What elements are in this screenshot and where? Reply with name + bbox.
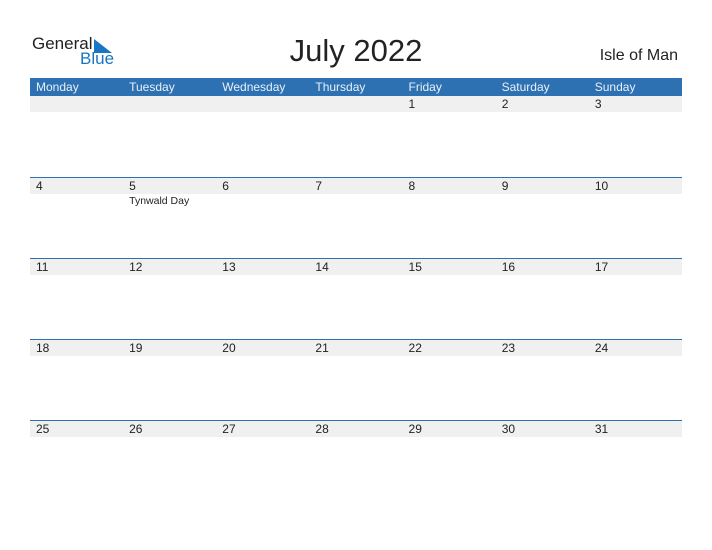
day-number: 4 xyxy=(36,179,43,193)
day-cell: 10 xyxy=(589,178,682,258)
day-cell: 23 xyxy=(496,340,589,420)
day-cell: 4 xyxy=(30,178,123,258)
day-number: 6 xyxy=(222,179,229,193)
day-number: 23 xyxy=(501,341,516,355)
day-cell: 11 xyxy=(30,259,123,339)
week-row: 11 12 13 14 15 16 17 xyxy=(30,258,682,339)
week-row: 25 26 27 28 29 30 31 xyxy=(30,420,682,501)
day-cell: 22 xyxy=(403,340,496,420)
week-row: 4 5 Tynwald Day 6 7 8 9 10 xyxy=(30,177,682,258)
weekday-header: Monday Tuesday Wednesday Thursday Friday… xyxy=(30,78,682,96)
day-cell: 6 xyxy=(216,178,309,258)
day-number: 26 xyxy=(129,422,143,436)
day-number: 27 xyxy=(222,422,236,436)
day-cell: 19 xyxy=(123,340,216,420)
day-number: 7 xyxy=(315,179,323,193)
day-number: 15 xyxy=(408,260,422,274)
day-number: 2 xyxy=(501,97,509,111)
day-cell: 20 xyxy=(216,340,309,420)
day-number: 8 xyxy=(408,179,416,193)
day-cell: 18 xyxy=(30,340,123,420)
day-cell: 3 xyxy=(589,96,682,176)
day-cell: 25 xyxy=(30,421,123,501)
day-number: 22 xyxy=(408,341,422,355)
day-cell: 1 xyxy=(403,96,496,176)
day-number: 28 xyxy=(315,422,329,436)
day-cell: 31 xyxy=(589,421,682,501)
day-number: 16 xyxy=(501,260,516,274)
weekday-tuesday: Tuesday xyxy=(129,80,175,94)
day-cell: 17 xyxy=(589,259,682,339)
week-row: 18 19 20 21 22 23 24 xyxy=(30,339,682,420)
day-cell: 9 xyxy=(496,178,589,258)
holiday-label: Tynwald Day xyxy=(129,195,190,207)
day-cell: 16 xyxy=(496,259,589,339)
weekday-monday: Monday xyxy=(36,80,79,94)
day-cell: 7 xyxy=(309,178,402,258)
day-number: 20 xyxy=(222,341,236,355)
day-number: 17 xyxy=(594,260,609,274)
day-number: 5 xyxy=(129,179,136,193)
day-cell xyxy=(216,96,309,176)
day-cell: 2 xyxy=(496,96,589,176)
day-cell: 26 xyxy=(123,421,216,501)
day-cell: 15 xyxy=(403,259,496,339)
day-number: 9 xyxy=(501,179,509,193)
weekday-sunday: Sunday xyxy=(594,80,636,94)
day-cell: 12 xyxy=(123,259,216,339)
day-cell: 28 xyxy=(309,421,402,501)
day-cell: 21 xyxy=(309,340,402,420)
weekday-friday: Friday xyxy=(408,80,442,94)
week-row: 1 2 3 xyxy=(30,96,682,177)
day-number: 11 xyxy=(36,260,49,274)
day-number: 12 xyxy=(129,260,143,274)
country-label: Isle of Man xyxy=(599,47,678,64)
day-number: 14 xyxy=(315,260,329,274)
day-cell: 27 xyxy=(216,421,309,501)
day-cell: 29 xyxy=(403,421,496,501)
day-cell xyxy=(30,96,123,176)
day-cell: 13 xyxy=(216,259,309,339)
weekday-saturday: Saturday xyxy=(501,80,550,94)
day-number: 3 xyxy=(594,97,602,111)
day-cell: 14 xyxy=(309,259,402,339)
weekday-wednesday: Wednesday xyxy=(222,80,286,94)
day-cell xyxy=(309,96,402,176)
day-number: 21 xyxy=(315,341,329,355)
day-cell: 5 Tynwald Day xyxy=(123,178,216,258)
day-number: 1 xyxy=(408,97,416,111)
day-number: 30 xyxy=(501,422,516,436)
day-cell: 24 xyxy=(589,340,682,420)
day-number: 10 xyxy=(594,179,609,193)
day-number: 31 xyxy=(594,422,609,436)
weekday-thursday: Thursday xyxy=(315,80,366,94)
day-cell: 8 xyxy=(403,178,496,258)
day-number: 29 xyxy=(408,422,422,436)
day-cell xyxy=(123,96,216,176)
day-number: 19 xyxy=(129,341,143,355)
day-number: 24 xyxy=(594,341,609,355)
day-number: 13 xyxy=(222,260,236,274)
day-cell: 30 xyxy=(496,421,589,501)
day-number: 25 xyxy=(36,422,50,436)
day-number: 18 xyxy=(36,341,50,355)
